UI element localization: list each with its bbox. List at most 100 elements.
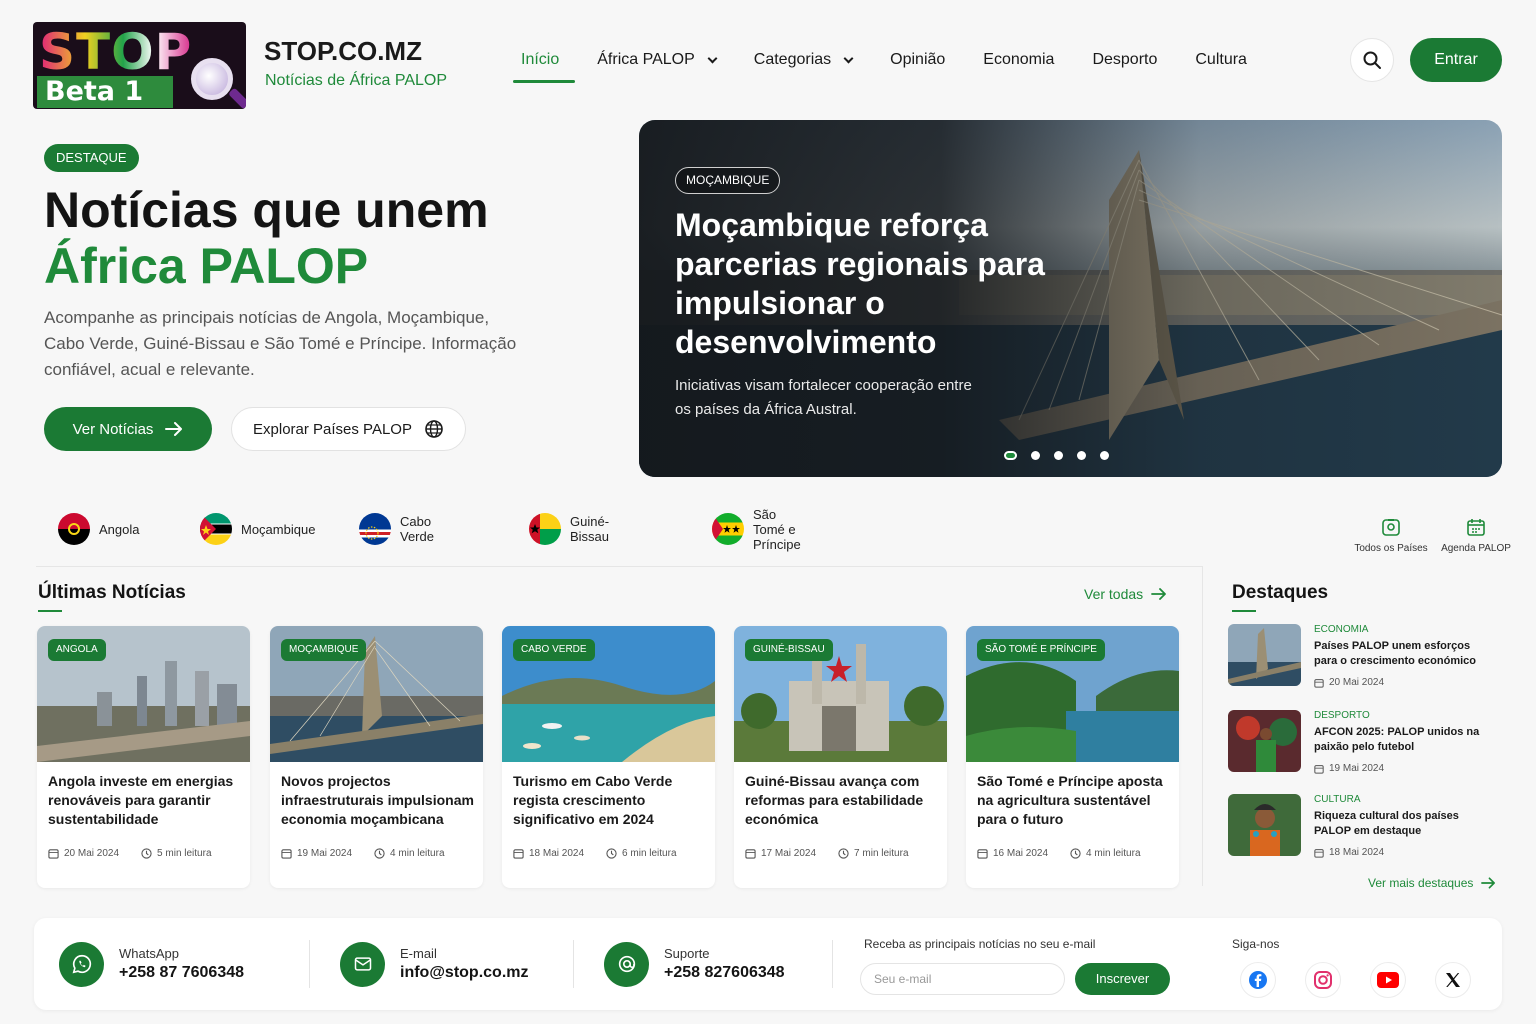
carousel-dot[interactable]	[1054, 451, 1063, 460]
news-title[interactable]: Angola investe em energias renováveis pa…	[48, 772, 244, 829]
carousel-dot[interactable]	[1077, 451, 1086, 460]
search-button[interactable]	[1350, 38, 1394, 82]
hero-badge: DESTAQUE	[44, 144, 139, 172]
country-mocambique[interactable]: Moçambique	[200, 513, 315, 545]
site-logo[interactable]: STOP Beta 1	[33, 22, 246, 109]
country-cabo-verde[interactable]: Cabo Verde	[359, 513, 434, 545]
calendar-icon	[1467, 519, 1485, 536]
news-title[interactable]: Guiné-Bissau avança com reformas para es…	[745, 772, 941, 829]
nav-label: Início	[521, 51, 560, 68]
news-read-time: 4 min leitura	[1086, 848, 1141, 859]
subscribe-button[interactable]: Inscrever	[1075, 963, 1170, 995]
news-read-time: 4 min leitura	[390, 848, 445, 859]
logo-wordmark: STOP	[39, 23, 193, 81]
footer-divider	[832, 940, 833, 988]
nav-item-cultura[interactable]: Cultura	[1179, 38, 1263, 82]
nav-label: Cultura	[1195, 51, 1247, 68]
contact-value: +258 827606348	[664, 964, 785, 981]
calendar-icon	[513, 849, 524, 859]
news-card[interactable]: SÃO TOMÉ E PRÍNCIPE São Tomé e Príncipe …	[966, 626, 1179, 888]
calendar-icon	[281, 849, 292, 859]
calendar-icon	[745, 849, 756, 859]
contact-support[interactable]: Suporte +258 827606348	[604, 941, 785, 987]
country-angola[interactable]: Angola	[58, 513, 139, 545]
highlight-item[interactable]: CULTURA Riqueza cultural dos países PALO…	[1228, 794, 1498, 858]
nav-item-opiniao[interactable]: Opinião	[874, 38, 961, 82]
highlight-date-row: 18 Mai 2024	[1314, 847, 1384, 858]
highlight-date-row: 19 Mai 2024	[1314, 763, 1384, 774]
highlight-date-row: 20 Mai 2024	[1314, 677, 1384, 688]
country-label: Guiné-Bissau	[570, 514, 610, 544]
arrow-right-icon	[1481, 877, 1496, 889]
footer-bar: WhatsApp +258 87 7606348 E-mail info@stop.…	[34, 918, 1502, 1010]
facebook-icon[interactable]	[1240, 962, 1276, 998]
news-card[interactable]: CABO VERDE Turismo em Cabo Verde regista…	[502, 626, 715, 888]
agenda-link[interactable]: Agenda PALOP	[1436, 517, 1516, 554]
highlight-image	[1228, 710, 1301, 772]
carousel-dot[interactable]	[1100, 451, 1109, 460]
featured-carousel[interactable]: MOÇAMBIQUE Moçambique reforça parcerias …	[639, 120, 1502, 477]
contact-email[interactable]: E-mail info@stop.co.mz	[340, 941, 528, 987]
nav-label: Economia	[983, 51, 1055, 68]
highlights-title: Destaques	[1232, 582, 1329, 603]
calendar-icon	[977, 849, 988, 859]
arrow-right-icon	[1151, 588, 1167, 600]
carousel-dots	[1004, 451, 1109, 460]
highlight-date: 20 Mai 2024	[1329, 677, 1385, 688]
follow-us-label: Siga-nos	[1232, 937, 1280, 951]
instagram-icon[interactable]	[1305, 962, 1341, 998]
news-card[interactable]: MOÇAMBIQUE Novos projectos infraestrutur…	[270, 626, 483, 888]
view-news-button[interactable]: Ver Notícias	[44, 407, 212, 451]
clock-icon	[1070, 848, 1081, 859]
news-title[interactable]: São Tomé e Príncipe aposta na agricultur…	[977, 772, 1173, 829]
highlight-title[interactable]: Países PALOP unem esforços para o cresci…	[1314, 639, 1494, 669]
explore-countries-button[interactable]: Explorar Países PALOP	[231, 407, 466, 451]
nav-item-categorias[interactable]: Categorias	[738, 38, 868, 82]
x-icon[interactable]	[1435, 962, 1471, 998]
news-tag: SÃO TOMÉ E PRÍNCIPE	[977, 639, 1105, 661]
contact-label: E-mail	[400, 946, 437, 961]
carousel-dot[interactable]	[1004, 451, 1017, 460]
news-meta: 17 Mai 2024 7 min leitura	[745, 848, 909, 859]
site-title[interactable]: STOP.CO.MZ	[264, 36, 422, 67]
mail-icon	[340, 941, 385, 987]
latest-news-title: Últimas Notícias	[38, 582, 186, 603]
nav-item-inicio[interactable]: Início	[505, 38, 576, 83]
news-card[interactable]: ANGOLA Angola investe em energias renová…	[37, 626, 250, 888]
angola-flag-icon	[58, 513, 90, 545]
highlight-item[interactable]: ECONOMIA Países PALOP unem esforços para…	[1228, 624, 1498, 688]
button-label: Explorar Países PALOP	[253, 420, 412, 438]
hero-description: Acompanhe as principais notícias de Ango…	[44, 308, 517, 379]
all-countries-link[interactable]: Todos os Países	[1351, 517, 1431, 554]
highlight-title[interactable]: AFCON 2025: PALOP unidos na paixão pelo …	[1314, 725, 1494, 755]
highlight-item[interactable]: DESPORTO AFCON 2025: PALOP unidos na pai…	[1228, 710, 1498, 774]
newsletter-email-input[interactable]: Seu e-mail	[860, 963, 1065, 995]
contact-whatsapp[interactable]: WhatsApp +258 87 7606348	[59, 941, 244, 987]
login-button[interactable]: Entrar	[1410, 38, 1502, 82]
highlight-title[interactable]: Riqueza cultural dos países PALOP em des…	[1314, 809, 1494, 839]
nav-item-desporto[interactable]: Desporto	[1076, 38, 1173, 82]
youtube-icon[interactable]	[1370, 962, 1406, 998]
nav-label: Desporto	[1092, 51, 1158, 68]
nav-item-africa-palop[interactable]: África PALOP	[581, 38, 732, 82]
see-all-link[interactable]: Ver todas	[1084, 586, 1167, 602]
news-tag: MOÇAMBIQUE	[281, 639, 367, 661]
news-meta: 18 Mai 2024 6 min leitura	[513, 848, 677, 859]
carousel-dot[interactable]	[1031, 451, 1040, 460]
news-meta: 20 Mai 2024 5 min leitura	[48, 848, 212, 859]
news-title[interactable]: Turismo em Cabo Verde regista cresciment…	[513, 772, 709, 829]
featured-title[interactable]: Moçambique reforça parcerias regionais p…	[675, 206, 1055, 362]
calendar-icon	[48, 849, 59, 859]
nav-label: África PALOP	[597, 51, 695, 68]
country-guine-bissau[interactable]: Guiné-Bissau	[529, 513, 609, 545]
magnifier-icon	[191, 58, 233, 100]
featured-tag: MOÇAMBIQUE	[675, 167, 781, 194]
news-title[interactable]: Novos projectos infraestruturais impulsi…	[281, 772, 477, 829]
news-card[interactable]: GUINÉ-BISSAU Guiné-Bissau avança com ref…	[734, 626, 947, 888]
see-all-label: Ver todas	[1084, 586, 1144, 602]
nav-item-economia[interactable]: Economia	[967, 38, 1070, 82]
country-sao-tome[interactable]: São Tomé e Príncipe	[712, 507, 801, 552]
country-label: São Tomé e Príncipe	[753, 506, 801, 552]
more-highlights-link[interactable]: Ver mais destaques	[1368, 876, 1496, 890]
search-icon	[1363, 51, 1381, 69]
